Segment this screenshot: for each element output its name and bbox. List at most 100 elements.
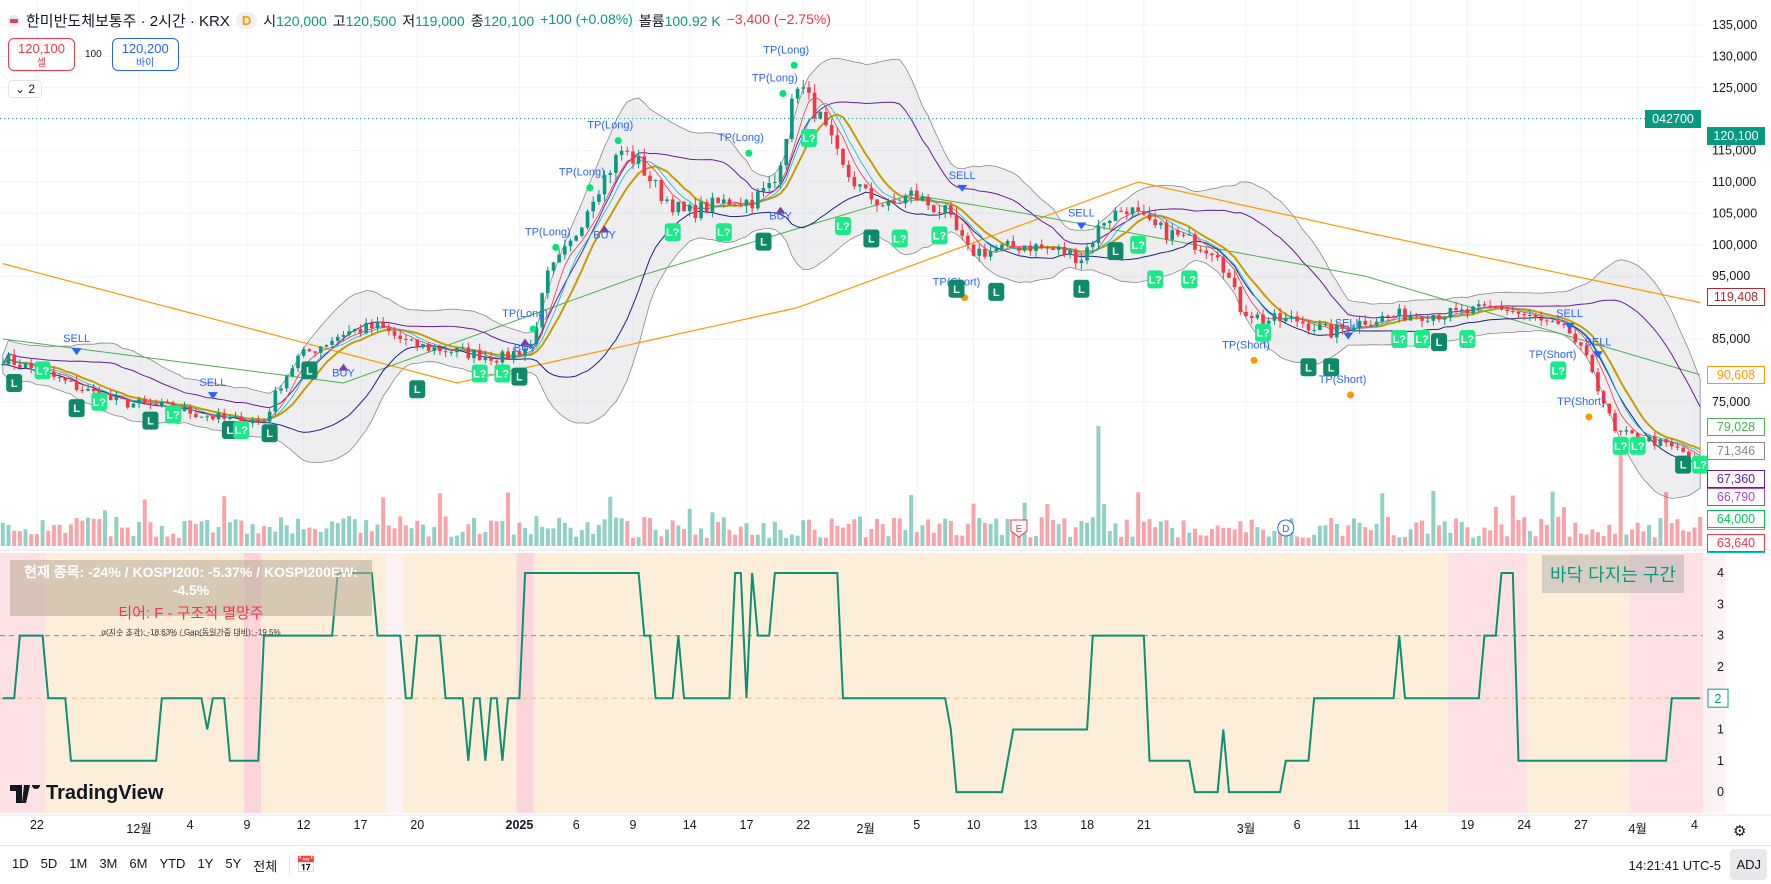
candle — [307, 349, 312, 352]
volume-bar — [733, 534, 738, 546]
info-line-3: α(지수 초과): -18.63% / Gap(동일가중 대비): -19.5% — [101, 628, 281, 637]
long-entry-marker: L — [511, 367, 528, 386]
volume-bar — [1096, 426, 1101, 546]
candle — [1488, 305, 1492, 307]
candle — [818, 111, 823, 119]
candle — [846, 164, 851, 178]
long-probable-marker: L? — [1147, 270, 1164, 289]
candle — [1664, 439, 1668, 443]
volume-bar — [1073, 527, 1078, 546]
volume-bar — [727, 529, 732, 546]
candle — [1573, 333, 1578, 343]
time-axis[interactable]: 22 12월 4 9 12 17 20 2025 6 9 14 17 22 2월 5 10 13 18 21 3월 6 1… — [0, 818, 1771, 842]
candle — [256, 419, 261, 421]
sell-button[interactable]: 120,100 셀 — [8, 38, 75, 71]
candle — [693, 204, 698, 219]
candle — [392, 330, 397, 336]
time-axis-label: 6 — [572, 818, 580, 832]
candle — [466, 347, 471, 359]
buy-button[interactable]: 120,200 바이 — [111, 38, 179, 71]
symbol-title[interactable]: 한미반도체보통주 · 2시간 · KRX — [26, 10, 230, 31]
candle — [188, 406, 192, 414]
volume-bar — [596, 524, 601, 546]
time-axis-label: 2025 — [505, 818, 534, 832]
go-to-date-calendar-icon[interactable]: 📅 — [296, 855, 316, 875]
candle — [1437, 315, 1441, 320]
candle — [494, 360, 499, 363]
volume-bar — [914, 532, 919, 546]
indicators-collapse-button[interactable]: ⌄ 2 — [8, 80, 43, 98]
bottom-toolbar: 1D 5D 1M 3M 6M YTD 1Y 5Y 전체 📅 14:21:41 UTC-5 ADJ — [0, 845, 1771, 884]
candle — [1652, 436, 1657, 446]
volume-bar — [591, 534, 596, 546]
candle — [960, 230, 964, 236]
volume-bar — [767, 537, 772, 546]
tradingview-logo[interactable]: TradingView — [10, 782, 163, 805]
adjust-data-button[interactable]: ADJ — [1730, 849, 1767, 880]
volume-bar — [1153, 527, 1158, 546]
candle — [341, 334, 346, 337]
event-label: D — [1282, 524, 1289, 535]
take-profit-label: TP(Short) — [1557, 396, 1605, 408]
candle — [1, 364, 5, 366]
range-button-6m[interactable]: 6M — [123, 856, 153, 875]
volume-bar — [1295, 536, 1300, 546]
candle — [1505, 309, 1509, 312]
candle — [557, 254, 561, 263]
time-axis-label: 10 — [966, 818, 981, 832]
range-button-1y[interactable]: 1Y — [191, 856, 219, 875]
volume-bar — [415, 520, 420, 546]
range-button-1m[interactable]: 1M — [63, 856, 93, 875]
volume-bar — [256, 533, 261, 546]
range-button-5y[interactable]: 5Y — [219, 856, 247, 875]
session-badge[interactable]: D — [235, 12, 258, 29]
long-probable-marker: L? — [233, 421, 250, 440]
volume-bar — [1187, 532, 1192, 546]
logo-text: TradingView — [46, 782, 164, 804]
candle — [648, 175, 652, 182]
volume-bar — [1471, 537, 1476, 546]
candle — [318, 346, 323, 353]
marker-label: L — [1305, 362, 1312, 374]
candle — [954, 214, 959, 231]
marker-label: L? — [1631, 441, 1645, 453]
volume-bar — [1652, 537, 1657, 546]
volume-bar — [210, 532, 215, 546]
volume-bar — [148, 522, 153, 546]
chart-canvas[interactable]: SELL SELL BUY BUY BUY BUY SELL SELL SELL SELL SELL… — [0, 0, 1771, 845]
candle — [330, 340, 334, 346]
clock-timezone[interactable]: 14:21:41 UTC-5 — [1629, 858, 1722, 873]
range-button-5d[interactable]: 5D — [35, 856, 64, 875]
order-quantity[interactable]: 100 — [85, 49, 102, 60]
long-entry-marker: L — [301, 361, 318, 380]
range-button-1d[interactable]: 1D — [6, 856, 35, 875]
candle — [721, 199, 726, 203]
candle — [875, 199, 879, 206]
candle — [1181, 234, 1186, 236]
range-button-ytd[interactable]: YTD — [153, 856, 191, 875]
volume-bar — [437, 493, 442, 546]
volume-bar — [1028, 537, 1033, 546]
volume-bar — [1221, 528, 1226, 546]
volume-bar — [716, 522, 721, 546]
time-axis-label: 12월 — [126, 822, 152, 836]
long-entry-marker: L — [68, 399, 85, 418]
buy-label: 바이 — [135, 58, 155, 69]
volume-bar — [506, 492, 511, 546]
volume-bar — [1607, 524, 1612, 546]
range-button-3m[interactable]: 3M — [93, 856, 123, 875]
volume-bar — [341, 518, 346, 546]
long-entry-marker: L — [409, 380, 426, 399]
volume-bar — [1561, 507, 1566, 546]
volume-bar — [1226, 527, 1231, 546]
volume-bar — [1692, 527, 1697, 546]
candle — [1528, 314, 1532, 316]
volume-bar — [693, 534, 698, 546]
time-axis-label: 21 — [1136, 818, 1151, 832]
volume-bar — [500, 521, 505, 546]
volume-bar — [903, 530, 908, 546]
volume-bar — [1510, 495, 1515, 546]
candle — [284, 376, 289, 389]
candle — [636, 156, 641, 164]
range-button-전체[interactable]: 전체 — [247, 856, 283, 875]
